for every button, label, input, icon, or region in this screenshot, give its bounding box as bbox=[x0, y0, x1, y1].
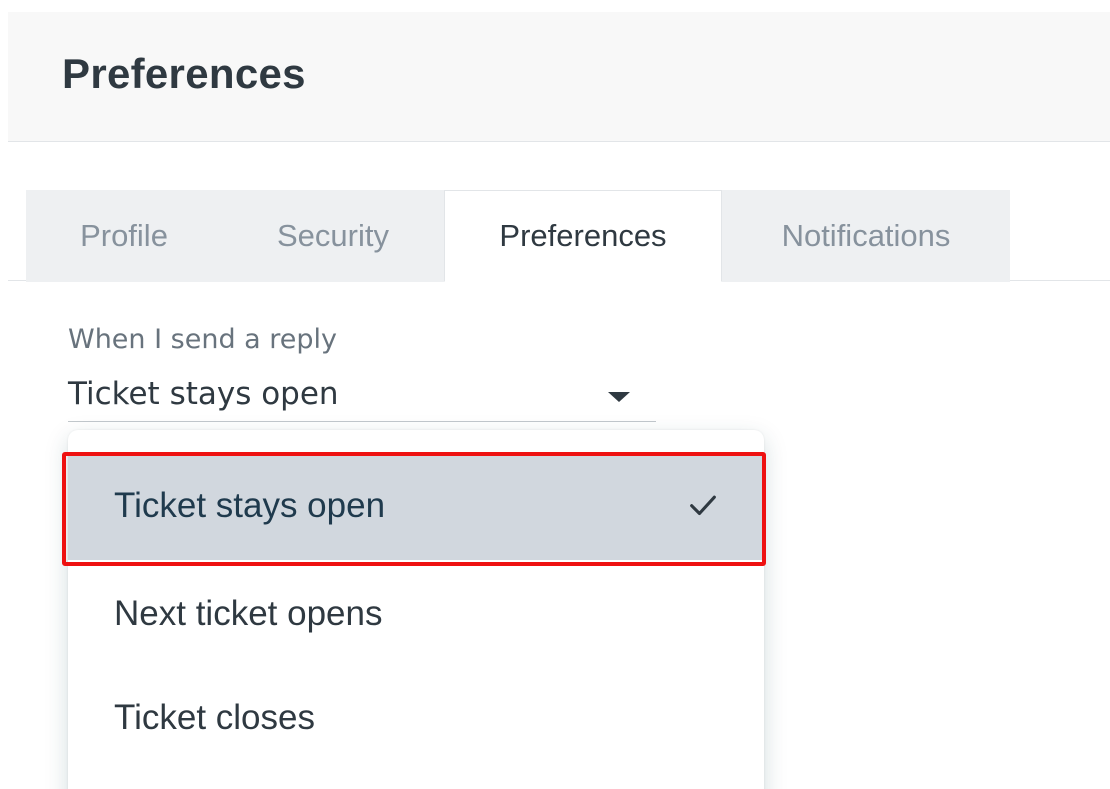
page-header: Preferences bbox=[8, 12, 1110, 142]
menu-item-next-ticket-opens[interactable]: Next ticket opens bbox=[68, 560, 764, 668]
check-icon bbox=[690, 495, 716, 516]
settings-tabs: Profile Security Preferences Notificatio… bbox=[8, 190, 1110, 282]
caret-down-icon bbox=[608, 392, 630, 402]
tab-preferences[interactable]: Preferences bbox=[444, 190, 722, 282]
menu-item-label: Ticket closes bbox=[114, 698, 315, 737]
menu-item-ticket-closes[interactable]: Ticket closes bbox=[68, 664, 764, 772]
tab-notifications[interactable]: Notifications bbox=[722, 190, 1010, 282]
reply-setting-value: Ticket stays open bbox=[68, 376, 339, 412]
reply-setting-menu: Ticket stays open Next ticket opens Tick… bbox=[68, 430, 764, 789]
menu-item-ticket-stays-open[interactable]: Ticket stays open bbox=[68, 452, 764, 560]
preferences-page: Preferences Profile Security Preferences… bbox=[0, 0, 1110, 789]
reply-setting-label: When I send a reply bbox=[68, 324, 338, 355]
menu-item-label: Ticket stays open bbox=[114, 486, 386, 525]
menu-item-label: Next ticket opens bbox=[114, 594, 383, 633]
reply-setting-select[interactable]: Ticket stays open bbox=[68, 372, 656, 422]
page-title: Preferences bbox=[62, 50, 306, 97]
tab-security[interactable]: Security bbox=[222, 190, 444, 282]
tab-profile[interactable]: Profile bbox=[26, 190, 222, 282]
